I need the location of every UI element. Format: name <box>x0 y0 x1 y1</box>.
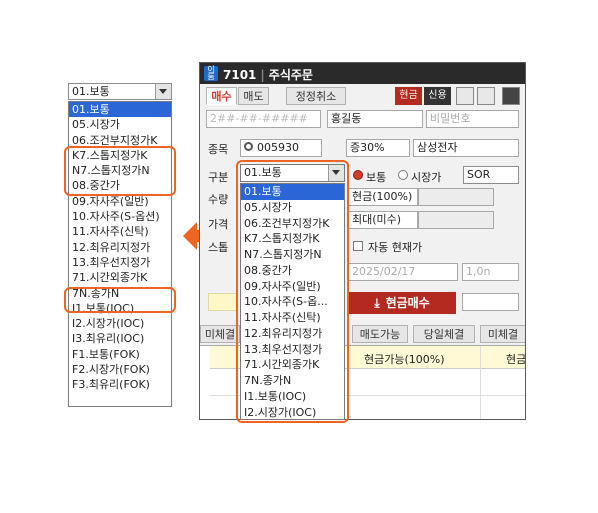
max-misu-field[interactable]: 최대(미수) <box>348 211 418 229</box>
memo-icon[interactable] <box>456 87 474 105</box>
list-item[interactable]: 05.시장가 <box>69 117 171 132</box>
cash-button[interactable]: 현금 <box>395 87 422 105</box>
margin-rate-field: 증30% <box>346 139 410 157</box>
auto-price-label: 자동 현재가 <box>368 241 423 254</box>
radio-normal-label: 보통 <box>366 171 387 184</box>
list-item[interactable]: 71.시간외종가K <box>69 270 171 285</box>
grid-header-cash100: 현금가능(100%) <box>364 353 445 366</box>
app-logo-icon: 이룸 <box>204 66 218 81</box>
list-item[interactable]: 11.자사주(신탁) <box>69 224 171 239</box>
list-item[interactable]: 09.자사주(일반) <box>69 194 171 209</box>
tab-today-filled[interactable]: 당일체결 <box>413 325 475 343</box>
tab-unfilled[interactable]: 미체결 <box>200 325 240 343</box>
cash-100-value <box>418 188 494 206</box>
list-item[interactable]: I3.최유리(IOC) <box>69 331 171 346</box>
stock-code-field[interactable]: 005930 <box>240 139 322 157</box>
type-label: 구분 <box>208 171 229 184</box>
window-title: 7101 | 주식주문 <box>223 68 313 82</box>
buy-amount-field[interactable] <box>462 293 519 311</box>
date-field[interactable]: 2025/02/17 <box>348 263 458 281</box>
cash-buy-button[interactable]: ⤓ 현금매수 <box>348 292 456 314</box>
order-type-select-left-value: 01.보통 <box>72 85 110 98</box>
list-item[interactable]: 13.최우선지정가 <box>69 255 171 270</box>
list-item[interactable]: 10.자사주(S-옵션) <box>69 209 171 224</box>
search-icon[interactable] <box>244 142 253 151</box>
highlight-box-stop-items <box>64 146 176 196</box>
list-item[interactable]: 01.보통 <box>69 102 171 118</box>
tab-buy[interactable]: 매수 <box>206 87 237 105</box>
account-name-field: 홍길동 <box>327 110 423 128</box>
order-type-select-left[interactable]: 01.보통 <box>68 83 172 100</box>
stop-label: 스톱 <box>208 241 229 254</box>
list-item[interactable]: 12.최유리지정가 <box>69 240 171 255</box>
list-item[interactable]: F1.보통(FOK) <box>69 347 171 362</box>
tab-modify-cancel[interactable]: 정정취소 <box>286 87 346 105</box>
checkbox[interactable] <box>353 241 363 251</box>
title-bar: 이룸 7101 | 주식주문 <box>200 63 525 84</box>
grid-col-divider <box>480 346 481 419</box>
quantity-label: 수량 <box>208 193 229 206</box>
tool-icon[interactable] <box>502 87 520 105</box>
highlight-box-dropdown <box>236 160 349 423</box>
account-field[interactable]: 2##-##-##### <box>206 110 321 128</box>
download-icon: ⤓ <box>374 296 380 310</box>
list-item[interactable]: F2.시장가(FOK) <box>69 362 171 377</box>
chevron-down-icon[interactable] <box>155 84 171 99</box>
radio-unselected-icon[interactable] <box>398 170 408 180</box>
order-strip <box>208 293 238 311</box>
price-label: 가격 <box>208 218 229 231</box>
password-field[interactable]: 비밀번호 <box>426 110 519 128</box>
radio-selected-icon[interactable] <box>353 170 363 180</box>
highlight-box-close-price <box>64 287 176 313</box>
max-misu-value <box>418 211 494 229</box>
tab-unfilled-2[interactable]: 미체결 <box>480 325 525 343</box>
radio-market-label: 시장가 <box>411 171 442 184</box>
stock-label: 종목 <box>208 143 229 156</box>
sor-select[interactable]: SOR <box>463 166 519 184</box>
credit-button[interactable]: 신용 <box>424 87 451 105</box>
list-item[interactable]: I2.시장가(IOC) <box>69 316 171 331</box>
cash-100-field[interactable]: 현금(100%) <box>348 188 418 206</box>
grid-header-cash: 현금 <box>506 353 526 366</box>
tab-sell[interactable]: 매도 <box>238 87 269 105</box>
list-item[interactable]: F3.최유리(FOK) <box>69 377 171 392</box>
valid-select[interactable]: 1,0n <box>462 263 519 281</box>
stock-name-field: 삼성전자 <box>413 139 519 157</box>
grid-icon[interactable] <box>477 87 495 105</box>
tab-sellable[interactable]: 매도가능 <box>352 325 408 343</box>
